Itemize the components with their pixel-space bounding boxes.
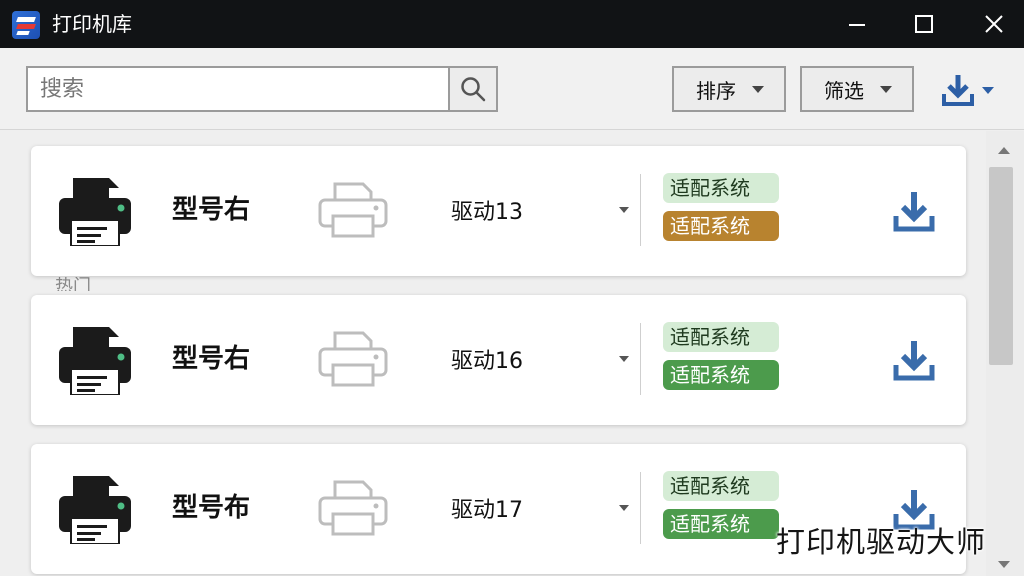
printer-outline-icon (318, 331, 388, 387)
minimize-button[interactable] (832, 0, 882, 48)
download-all-button[interactable] (940, 70, 1006, 110)
watermark-text: 打印机驱动大师 (776, 525, 987, 559)
printer-outline-icon (318, 182, 388, 238)
minimize-icon (849, 24, 865, 26)
driver-select[interactable]: 驱动13 (435, 190, 629, 230)
chevron-down-icon (619, 505, 629, 511)
printer-icon (59, 476, 131, 544)
scroll-up-arrow-icon[interactable] (998, 147, 1010, 154)
section-caption: 热门 (55, 277, 91, 291)
chevron-down-icon (880, 85, 892, 93)
printer-list: 热门 型号右 驱动13 适配系统 适配系统 型号右 驱动16 适配系统 适配系统… (0, 131, 986, 576)
toolbar: 排序 筛选 (0, 48, 1024, 130)
driver-version: 驱动17 (451, 498, 523, 523)
scroll-down-arrow-icon[interactable] (998, 561, 1010, 568)
download-icon (893, 192, 935, 232)
vertical-scrollbar[interactable] (986, 131, 1024, 576)
printer-icon (59, 327, 131, 395)
download-icon (893, 341, 935, 381)
title-bar: 打印机库 (0, 0, 1024, 48)
chevron-down-icon (619, 207, 629, 213)
compat-badge: 适配系统 (663, 173, 779, 203)
search-button[interactable] (450, 66, 498, 112)
download-button[interactable] (887, 184, 941, 238)
close-icon (985, 15, 1003, 33)
driver-version: 驱动13 (451, 200, 523, 225)
driver-select[interactable]: 驱动17 (435, 488, 629, 528)
sort-label: 排序 (696, 78, 736, 103)
search-icon (461, 77, 486, 102)
printer-card[interactable]: 型号右 驱动13 适配系统 适配系统 (31, 146, 966, 276)
download-button[interactable] (887, 333, 941, 387)
search-input[interactable] (26, 66, 450, 112)
model-name: 型号右 (172, 195, 251, 225)
chevron-down-icon (619, 356, 629, 362)
filter-label: 筛选 (824, 78, 864, 103)
divider (640, 472, 641, 544)
maximize-icon (915, 15, 933, 33)
sort-dropdown[interactable]: 排序 (672, 66, 786, 112)
maximize-button[interactable] (899, 0, 949, 48)
chevron-down-icon (752, 85, 764, 93)
driver-version: 驱动16 (451, 349, 523, 374)
compat-badge: 适配系统 (663, 322, 779, 352)
chevron-down-icon (982, 86, 994, 94)
divider (640, 174, 641, 246)
filter-dropdown[interactable]: 筛选 (800, 66, 914, 112)
compat-badge: 适配系统 (663, 471, 779, 501)
printer-card[interactable]: 型号右 驱动16 适配系统 适配系统 (31, 295, 966, 425)
window-title: 打印机库 (52, 12, 132, 36)
printer-icon (59, 178, 131, 246)
download-icon (942, 75, 974, 106)
compat-badge: 适配系统 (663, 211, 779, 241)
printer-outline-icon (318, 480, 388, 536)
driver-select[interactable]: 驱动16 (435, 339, 629, 379)
model-name: 型号右 (172, 344, 251, 374)
close-button[interactable] (969, 0, 1019, 48)
divider (640, 323, 641, 395)
compat-badge: 适配系统 (663, 360, 779, 390)
model-name: 型号布 (172, 493, 251, 523)
scroll-thumb[interactable] (989, 167, 1013, 365)
app-logo-icon (12, 11, 40, 39)
compat-badge: 适配系统 (663, 509, 779, 539)
